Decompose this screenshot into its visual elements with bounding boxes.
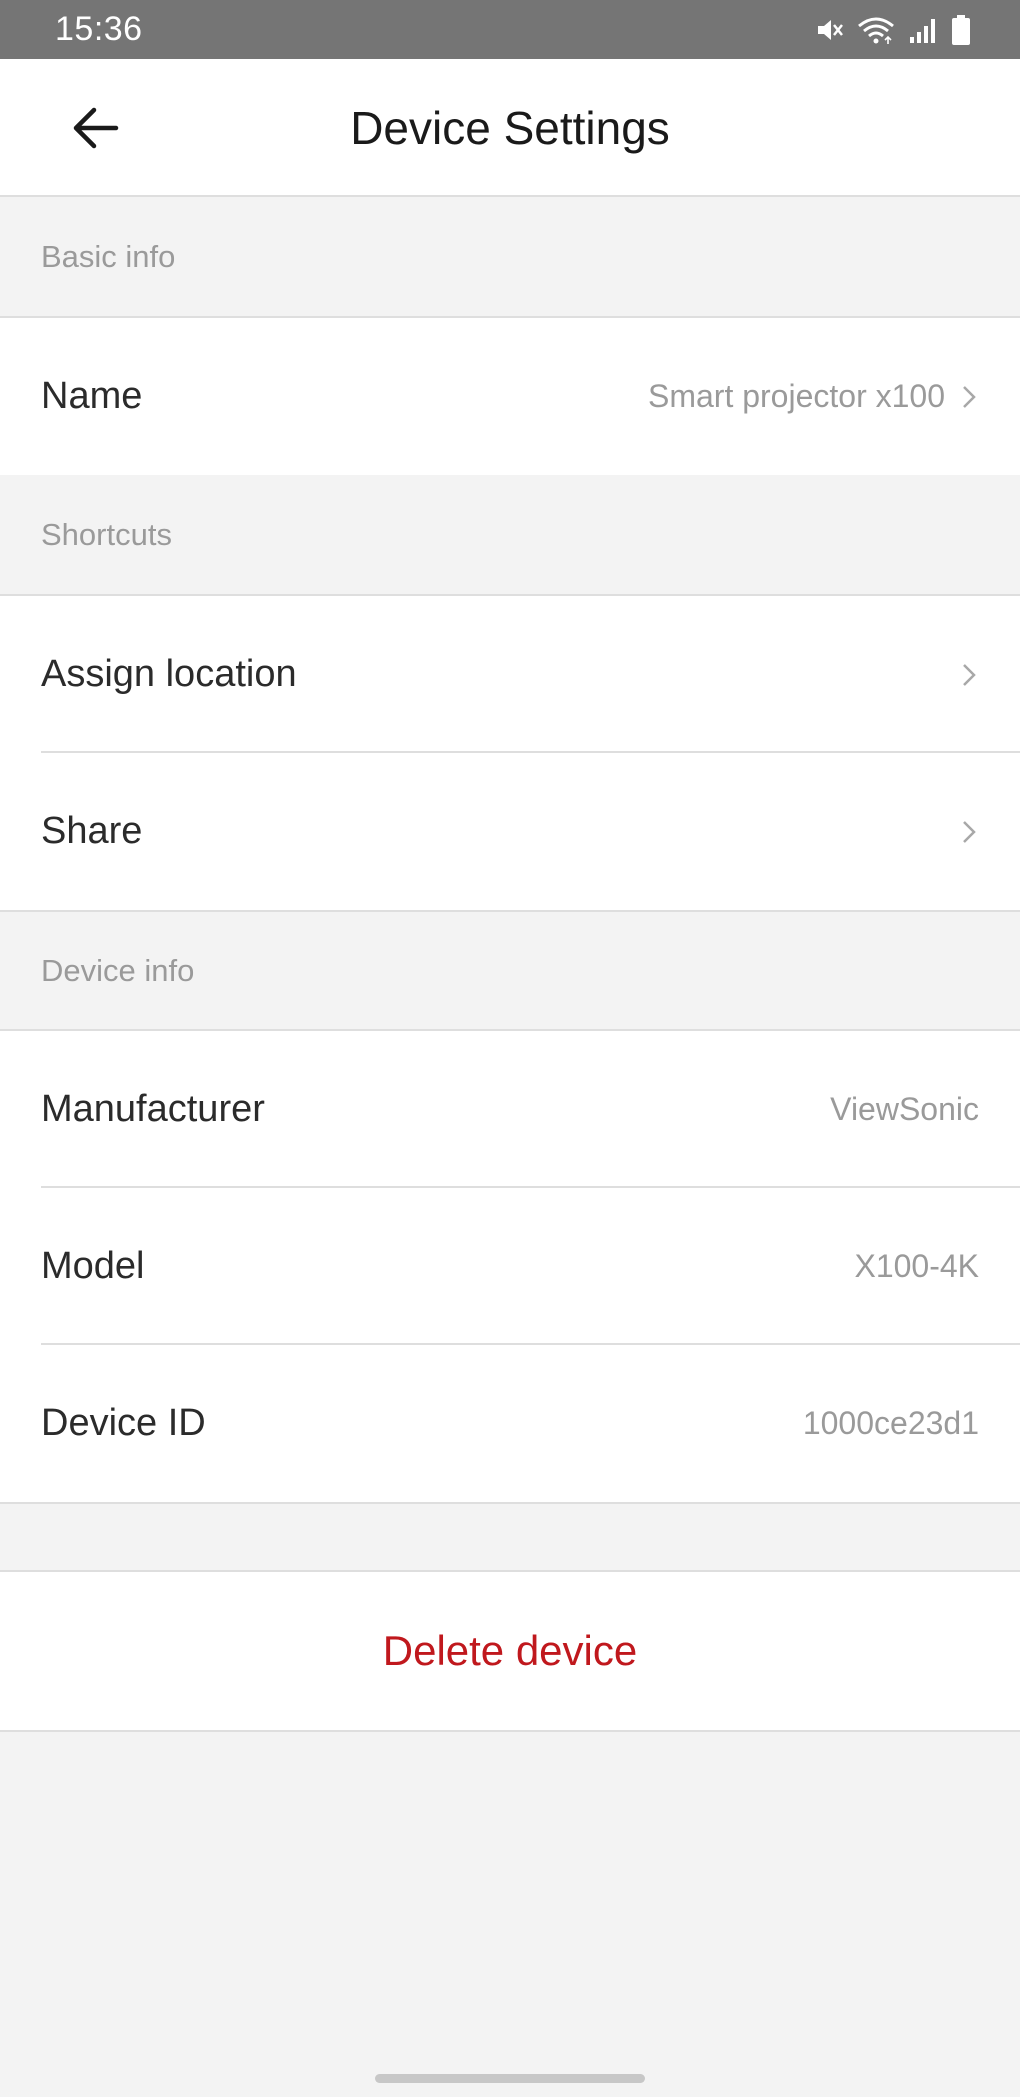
model-row: Model X100-4K	[0, 1188, 1020, 1345]
device-id-value: 1000ce23d1	[802, 1405, 979, 1441]
manufacturer-row: Manufacturer ViewSonic	[0, 1031, 1020, 1188]
group-shortcuts: Assign location Share	[0, 596, 1020, 912]
group-device-info: Manufacturer ViewSonic Model X100-4K Dev…	[0, 1031, 1020, 1504]
group-basic-info: Name Smart projector x100	[0, 318, 1020, 477]
manufacturer-label: Manufacturer	[41, 1088, 265, 1130]
section-header-basic-info: Basic info	[0, 197, 1020, 318]
signal-icon	[908, 15, 938, 45]
page-title: Device Settings	[350, 102, 670, 154]
wifi-icon	[856, 15, 896, 45]
name-label: Name	[41, 375, 143, 417]
section-header-device-info: Device info	[0, 912, 1020, 1031]
app-bar: Device Settings	[0, 59, 1020, 197]
delete-device-label: Delete device	[382, 1627, 638, 1674]
manufacturer-value: ViewSonic	[830, 1091, 979, 1127]
chevron-right-icon	[963, 663, 976, 686]
back-button[interactable]	[60, 93, 130, 163]
device-id-row: Device ID 1000ce23d1	[0, 1345, 1020, 1502]
status-icons	[814, 14, 972, 46]
delete-device-button[interactable]: Delete device	[0, 1570, 1020, 1732]
mute-icon	[814, 15, 844, 45]
battery-icon	[950, 14, 972, 46]
share-row[interactable]: Share	[0, 753, 1020, 910]
assign-location-label: Assign location	[41, 653, 297, 695]
model-value: X100-4K	[854, 1248, 979, 1284]
model-label: Model	[41, 1245, 145, 1287]
status-bar: 15:36	[0, 0, 1020, 59]
name-value: Smart projector x100	[647, 378, 945, 414]
assign-location-row[interactable]: Assign location	[0, 596, 1020, 753]
chevron-right-icon	[963, 820, 976, 843]
share-label: Share	[41, 810, 143, 852]
name-row[interactable]: Name Smart projector x100	[0, 318, 1020, 475]
status-time: 15:36	[55, 10, 143, 48]
chevron-right-icon	[963, 385, 976, 408]
section-header-shortcuts: Shortcuts	[0, 475, 1020, 596]
arrow-left-icon	[73, 107, 119, 149]
device-id-label: Device ID	[41, 1402, 206, 1444]
home-indicator[interactable]	[375, 2074, 645, 2083]
